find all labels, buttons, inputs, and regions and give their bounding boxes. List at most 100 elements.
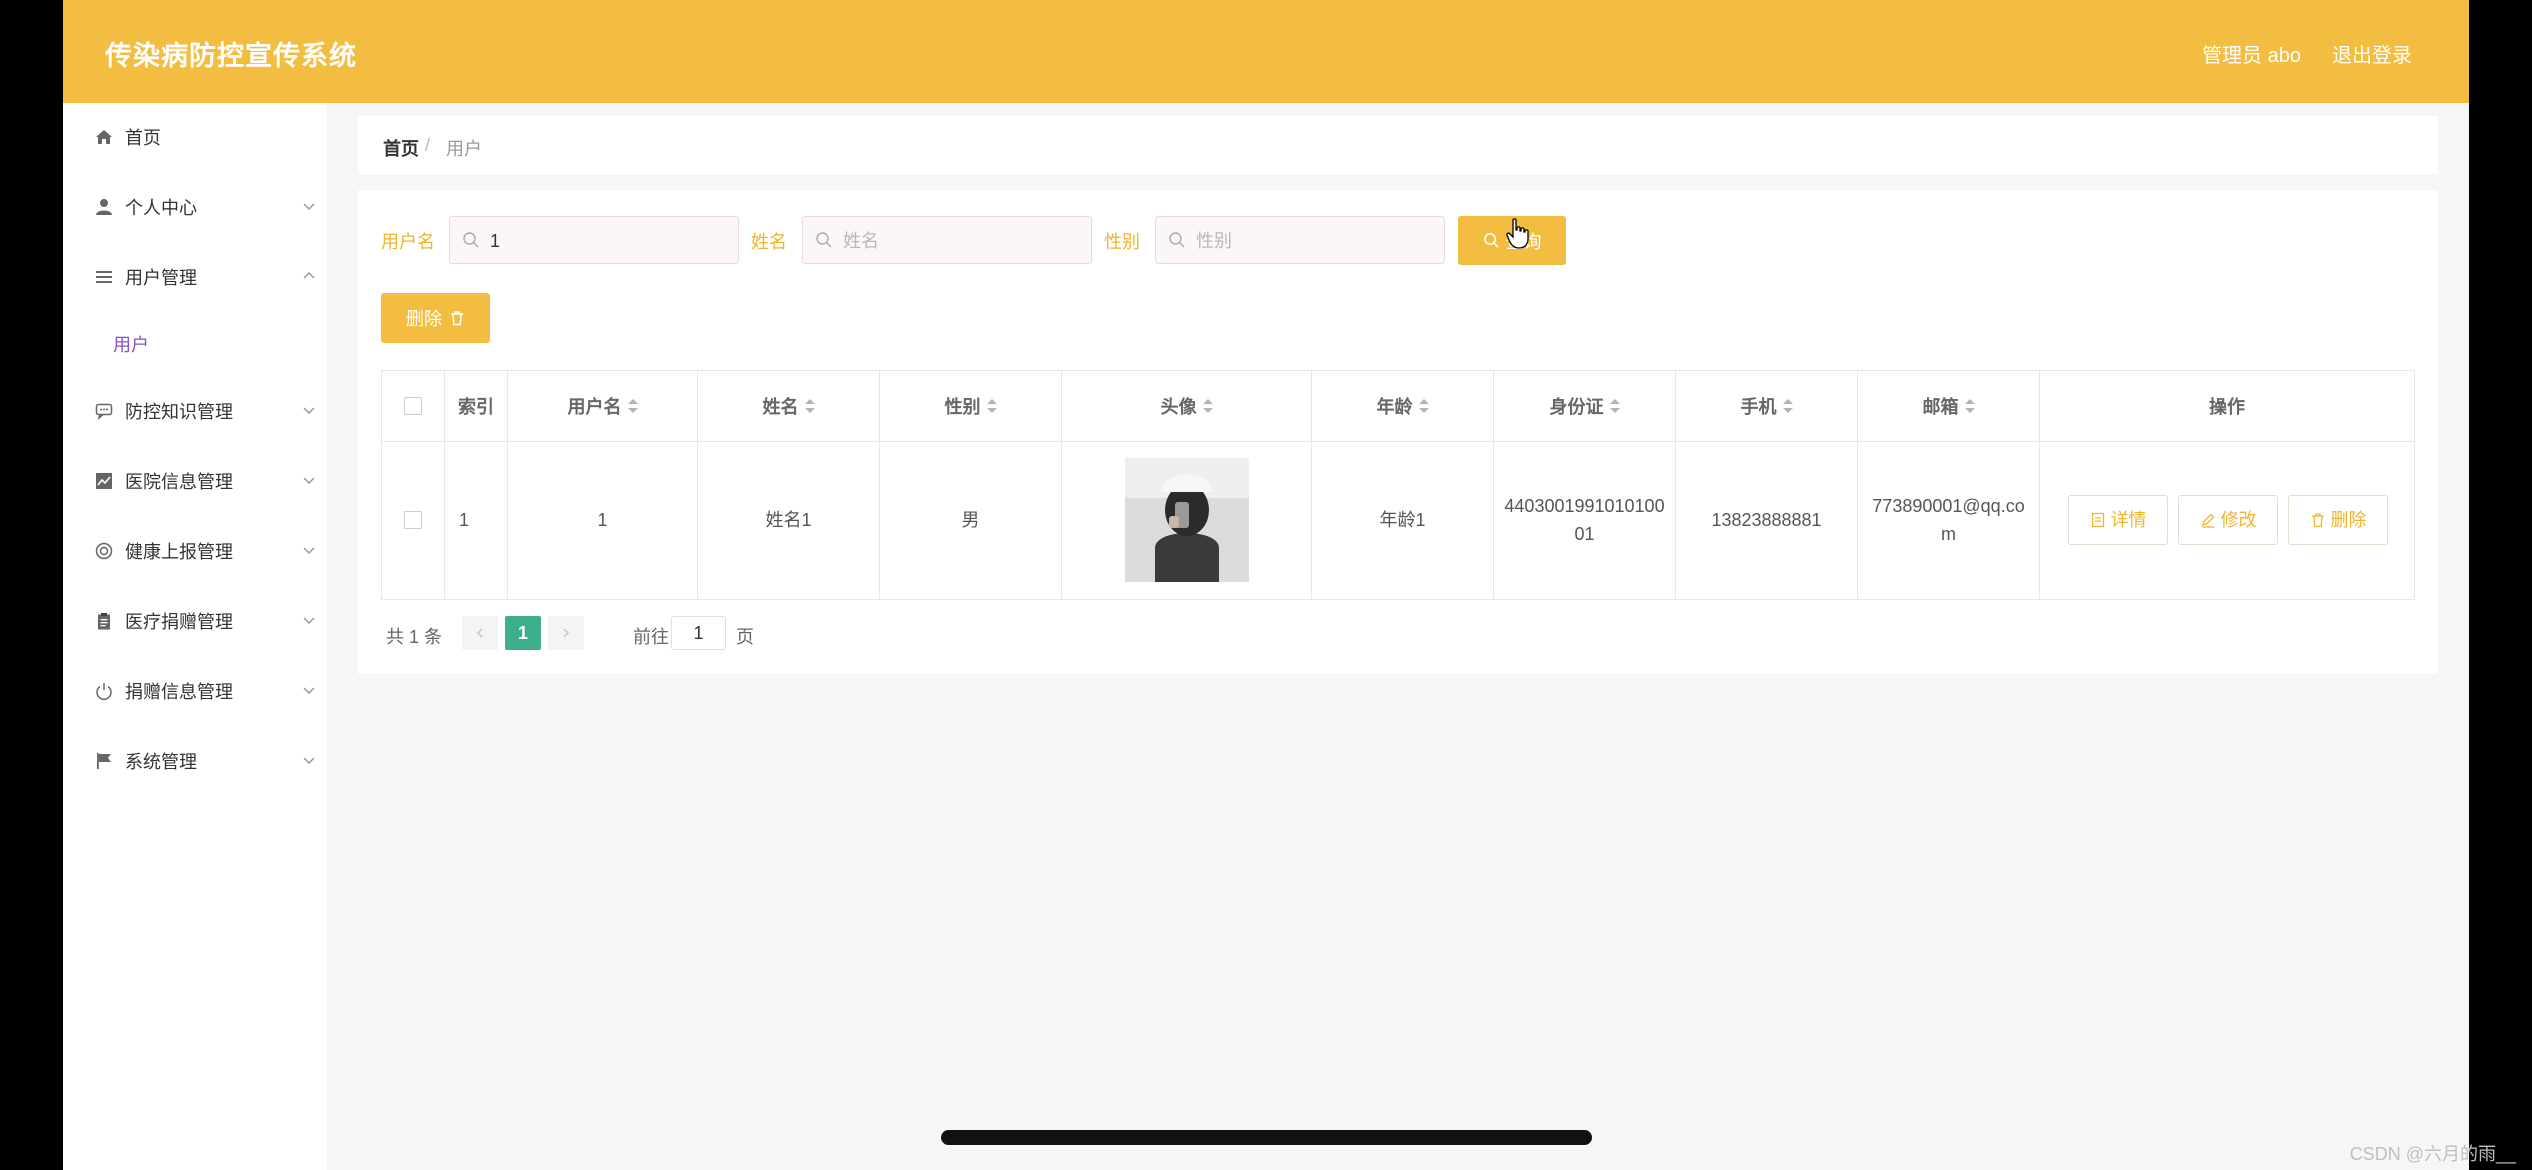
header-label: 身份证 (1549, 397, 1604, 417)
column-header-gender[interactable]: 性别 (880, 371, 1062, 441)
prev-page-button[interactable] (462, 616, 498, 650)
sort-icon[interactable] (1782, 399, 1793, 413)
hand-cursor-icon (1506, 218, 1529, 249)
home-indicator (941, 1130, 1592, 1145)
chevron-right-icon (563, 628, 570, 638)
gender-filter-label: 性别 (1104, 232, 1140, 252)
sort-icon[interactable] (627, 399, 638, 413)
column-header-age[interactable]: 年龄 (1312, 371, 1494, 441)
username-filter-label: 用户名 (381, 232, 435, 252)
next-page-button[interactable] (548, 616, 584, 650)
column-header-name[interactable]: 姓名 (698, 371, 880, 441)
pagination: 共 1 条 1 前往 页 (381, 614, 981, 654)
chevron-down-icon (303, 407, 315, 415)
sidebar-item-prevention-knowledge[interactable]: 防控知识管理 (63, 386, 327, 436)
column-header-email[interactable]: 邮箱 (1858, 371, 2040, 441)
chevron-down-icon (303, 617, 315, 625)
breadcrumb-separator: / (425, 135, 431, 155)
search-icon (463, 232, 479, 248)
search-icon (816, 232, 832, 248)
cell-age: 年龄1 (1312, 441, 1494, 599)
search-icon (1483, 233, 1499, 248)
lifebuoy-icon (93, 540, 115, 562)
trash-icon (451, 311, 463, 326)
sidebar-item-home[interactable]: 首页 (63, 112, 327, 162)
breadcrumb-current: 用户 (446, 139, 482, 159)
avatar[interactable] (1124, 458, 1249, 582)
page-1-button[interactable]: 1 (505, 616, 541, 650)
sidebar-item-system-management[interactable]: 系统管理 (63, 736, 327, 786)
sidebar-item-health-report[interactable]: 健康上报管理 (63, 526, 327, 576)
edit-button[interactable]: 修改 (2178, 495, 2278, 545)
detail-button-label: 详情 (2110, 510, 2147, 530)
column-header-avatar[interactable]: 头像 (1062, 371, 1312, 441)
goto-page-input[interactable] (671, 616, 726, 650)
gender-filter-input[interactable] (1194, 227, 1438, 255)
column-header-username[interactable]: 用户名 (508, 371, 698, 441)
header-label: 姓名 (762, 397, 799, 417)
trash-icon (2311, 513, 2324, 528)
chevron-down-icon (303, 757, 315, 765)
row-delete-button[interactable]: 删除 (2288, 495, 2388, 545)
home-icon (93, 126, 115, 148)
row-checkbox[interactable] (404, 511, 422, 529)
cell-ops: 详情 修改 删除 (2040, 441, 2414, 599)
chevron-up-icon (303, 271, 315, 279)
sidebar-item-label: 首页 (125, 128, 161, 148)
sort-icon[interactable] (986, 399, 997, 413)
username-filter-input[interactable] (488, 227, 732, 255)
cell-id-card: 440300199101010001 (1494, 441, 1676, 599)
header-label: 用户名 (567, 397, 622, 417)
watermark: CSDN @六月的雨__ (2349, 1144, 2516, 1164)
power-icon (93, 680, 115, 702)
sidebar-item-label: 医院信息管理 (125, 472, 233, 492)
header-label: 索引 (458, 397, 494, 417)
cell-username: 1 (508, 441, 698, 599)
document-icon (2091, 512, 2104, 528)
sort-icon[interactable] (1418, 399, 1429, 413)
sidebar-item-profile[interactable]: 个人中心 (63, 182, 327, 232)
sort-icon[interactable] (1609, 399, 1620, 413)
batch-delete-label: 删除 (406, 309, 442, 329)
app-window: 传染病防控宣传系统 管理员 abo 退出登录 首页 个人中心 用户管理 用户 防… (63, 0, 2469, 1170)
batch-delete-button[interactable]: 删除 (381, 293, 490, 343)
name-filter-label: 姓名 (751, 232, 787, 252)
sidebar-item-donation-info[interactable]: 捐赠信息管理 (63, 666, 327, 716)
pagination-total: 共 1 条 (386, 627, 443, 647)
select-all-checkbox[interactable] (404, 397, 422, 415)
header-label: 手机 (1740, 397, 1777, 417)
column-header-ops: 操作 (2040, 371, 2414, 441)
top-header: 传染病防控宣传系统 管理员 abo 退出登录 (63, 0, 2469, 103)
column-header-index: 索引 (445, 371, 508, 441)
sidebar: 首页 个人中心 用户管理 用户 防控知识管理 医院信息管理 健康上报管理 医疗捐… (63, 103, 327, 1170)
sidebar-subitem-users[interactable]: 用户 (113, 331, 149, 357)
edit-icon (2201, 513, 2214, 528)
column-header-id-card[interactable]: 身份证 (1494, 371, 1676, 441)
header-label: 头像 (1160, 397, 1197, 417)
row-select-cell (382, 441, 445, 599)
column-header-phone[interactable]: 手机 (1676, 371, 1858, 441)
sidebar-item-label: 健康上报管理 (125, 542, 233, 562)
breadcrumb-home[interactable]: 首页 (383, 135, 419, 161)
logout-link[interactable]: 退出登录 (2332, 39, 2412, 68)
clipboard-icon (93, 610, 115, 632)
flag-icon (93, 750, 115, 772)
sidebar-item-user-management[interactable]: 用户管理 (63, 252, 327, 302)
cell-name: 姓名1 (698, 441, 880, 599)
edit-button-label: 修改 (2220, 510, 2257, 530)
sidebar-item-label: 捐赠信息管理 (125, 682, 233, 702)
sidebar-item-hospital-info[interactable]: 医院信息管理 (63, 456, 327, 506)
sort-icon[interactable] (804, 399, 815, 413)
detail-button[interactable]: 详情 (2068, 495, 2168, 545)
chat-icon (93, 400, 115, 422)
chevron-down-icon (303, 477, 315, 485)
search-icon (1169, 232, 1185, 248)
current-user: 管理员 abo (2202, 45, 2301, 67)
name-filter-input[interactable] (841, 227, 1085, 255)
sort-icon[interactable] (1964, 399, 1975, 413)
header-label: 操作 (2209, 397, 2245, 417)
sidebar-item-label: 医疗捐赠管理 (125, 612, 233, 632)
header-label: 性别 (944, 397, 981, 417)
sort-icon[interactable] (1202, 399, 1213, 413)
sidebar-item-medical-donation[interactable]: 医疗捐赠管理 (63, 596, 327, 646)
